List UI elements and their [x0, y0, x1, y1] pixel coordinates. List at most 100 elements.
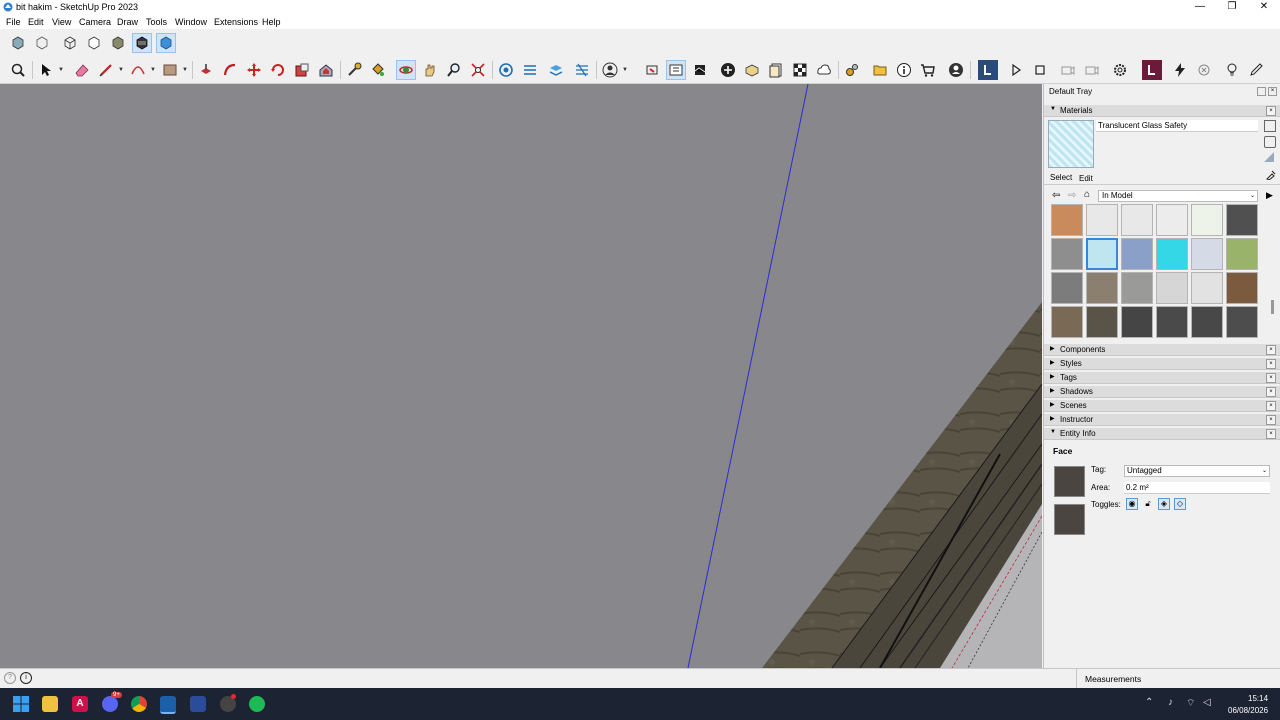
scale-tool-icon[interactable] — [292, 60, 312, 80]
receive-shadows-toggle-icon[interactable]: ◇ — [1174, 498, 1186, 510]
menu-tools[interactable]: Tools — [146, 17, 167, 27]
material-swatch[interactable] — [1191, 306, 1223, 338]
doc-stack-icon[interactable] — [766, 60, 786, 80]
material-swatch[interactable] — [1086, 272, 1118, 304]
geo-location-icon[interactable] — [666, 60, 686, 80]
panel-close-icon[interactable]: × — [1266, 415, 1276, 425]
material-swatch[interactable] — [1121, 238, 1153, 270]
close-button[interactable]: ✕ — [1248, 0, 1280, 15]
material-swatch[interactable] — [1121, 306, 1153, 338]
material-swatch[interactable] — [1226, 272, 1258, 304]
show-hidden-icons-chevron-icon[interactable]: ⌃ — [1145, 697, 1153, 708]
sketchup-taskbar-icon[interactable] — [160, 696, 176, 714]
shaded-textures-style-icon[interactable] — [132, 33, 152, 53]
sketchup-layout-icon[interactable] — [190, 696, 206, 712]
panel-close-icon[interactable]: × — [1266, 359, 1276, 369]
offset-tool-icon[interactable] — [316, 60, 336, 80]
tray-pin-icon[interactable] — [1257, 87, 1266, 96]
panel-close-icon[interactable]: × — [1266, 345, 1276, 355]
edit-tab[interactable]: Edit — [1079, 174, 1093, 183]
menu-view[interactable]: View — [52, 17, 71, 27]
pencil-icon[interactable] — [1246, 60, 1266, 80]
menu-camera[interactable]: Camera — [79, 17, 111, 27]
follow-me-tool-icon[interactable] — [220, 60, 240, 80]
minimize-button[interactable]: — — [1184, 0, 1216, 15]
lock-toggle-icon[interactable]: 🔓︎ — [1142, 498, 1154, 510]
menu-draw[interactable]: Draw — [117, 17, 138, 27]
camera-remove-icon[interactable] — [1082, 60, 1102, 80]
monochrome-style-icon[interactable] — [156, 33, 176, 53]
material-swatch[interactable] — [1121, 272, 1153, 304]
sample-paint-icon[interactable] — [1264, 136, 1276, 148]
material-swatch[interactable] — [1051, 306, 1083, 338]
details-arrow-icon[interactable]: ▶ — [1266, 190, 1273, 201]
material-preview[interactable] — [1048, 120, 1094, 168]
shaded-style-icon[interactable] — [108, 33, 128, 53]
warehouse-icon[interactable] — [496, 60, 516, 80]
panel-header-styles[interactable]: ▶ Styles × — [1044, 358, 1280, 370]
menu-window[interactable]: Window — [175, 17, 207, 27]
material-swatch[interactable] — [1086, 306, 1118, 338]
materials-panel-header[interactable]: ▼ Materials × — [1044, 105, 1280, 117]
wifi-icon[interactable]: ⌔ — [1186, 697, 1195, 710]
account-icon[interactable] — [946, 60, 966, 80]
folder-icon[interactable] — [870, 60, 890, 80]
chevron-down-icon[interactable]: ▼ — [58, 61, 64, 79]
material-swatch[interactable] — [1051, 238, 1083, 270]
layout-send-icon[interactable] — [546, 60, 566, 80]
panel-close-icon[interactable]: × — [1266, 373, 1276, 383]
zoom-tool-icon[interactable] — [444, 60, 464, 80]
material-swatch[interactable] — [1156, 238, 1188, 270]
volume-icon[interactable]: ◁ — [1203, 697, 1211, 708]
front-face-material-swatch[interactable] — [1054, 466, 1085, 497]
material-swatch[interactable] — [1191, 238, 1223, 270]
clock-date[interactable]: 06/08/2026 — [1228, 706, 1268, 715]
material-swatch[interactable] — [1086, 204, 1118, 236]
library-dropdown[interactable]: In Model ⌄ — [1098, 190, 1258, 202]
chrome-icon[interactable] — [131, 696, 147, 712]
modeling-viewport[interactable] — [0, 84, 1042, 668]
gear-icon[interactable] — [1110, 60, 1130, 80]
add-circle-icon[interactable] — [718, 60, 738, 80]
microphone-icon[interactable]: ♪ — [1168, 697, 1173, 708]
arc-tool-icon[interactable] — [128, 60, 148, 80]
orbit-tool-icon[interactable] — [396, 60, 416, 80]
xray-style-icon[interactable] — [8, 33, 28, 53]
chevron-down-icon[interactable]: ▼ — [118, 61, 124, 79]
plugin-l-icon[interactable] — [1142, 60, 1162, 80]
push-pull-tool-icon[interactable] — [196, 60, 216, 80]
hidden-line-style-icon[interactable] — [84, 33, 104, 53]
home-icon[interactable]: ⌂ — [1084, 189, 1090, 200]
geo-location-status-icon[interactable]: ? — [4, 672, 16, 684]
line-tool-icon[interactable] — [96, 60, 116, 80]
material-swatch[interactable] — [1051, 272, 1083, 304]
back-edges-style-icon[interactable] — [32, 33, 52, 53]
measurements-input[interactable] — [1150, 671, 1276, 686]
material-swatch[interactable] — [1156, 306, 1188, 338]
tray-close-icon[interactable]: × — [1268, 87, 1277, 96]
entity-info-panel-header[interactable]: ▼ Entity Info × — [1044, 428, 1280, 440]
wireframe-style-icon[interactable] — [60, 33, 80, 53]
back-face-material-swatch[interactable] — [1054, 504, 1085, 535]
forward-arrow-icon[interactable]: ⇨ — [1068, 190, 1076, 201]
rectangle-tool-icon[interactable] — [160, 60, 180, 80]
panel-header-tags[interactable]: ▶ Tags × — [1044, 372, 1280, 384]
cancel-circle-icon[interactable] — [1194, 60, 1214, 80]
eraser-tool-icon[interactable] — [72, 60, 92, 80]
panel-header-components[interactable]: ▶ Components × — [1044, 344, 1280, 356]
terrain-toggle-icon[interactable] — [690, 60, 710, 80]
clock-time[interactable]: 15:14 — [1248, 694, 1268, 703]
maximize-button[interactable]: ❐ — [1216, 0, 1248, 15]
tape-measure-tool-icon[interactable] — [344, 60, 364, 80]
panel-close-icon[interactable]: × — [1266, 429, 1276, 439]
back-arrow-icon[interactable]: ⇦ — [1052, 190, 1060, 201]
credits-info-icon[interactable]: i — [20, 672, 32, 684]
user-profile-icon[interactable] — [600, 60, 620, 80]
panel-header-scenes[interactable]: ▶ Scenes × — [1044, 400, 1280, 412]
menu-extensions[interactable]: Extensions — [214, 17, 258, 27]
cast-shadows-toggle-icon[interactable]: ◈ — [1158, 498, 1170, 510]
shopping-cart-icon[interactable] — [918, 60, 938, 80]
tag-dropdown[interactable]: Untagged ⌄ — [1124, 465, 1270, 477]
info-circle-icon[interactable] — [894, 60, 914, 80]
add-location-icon[interactable] — [642, 60, 662, 80]
